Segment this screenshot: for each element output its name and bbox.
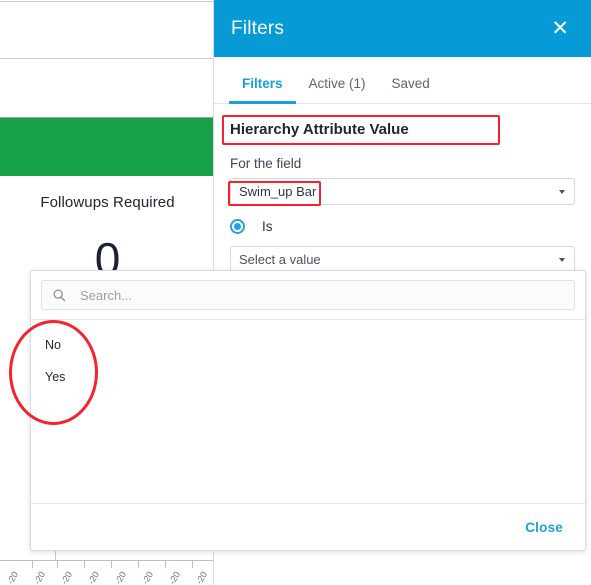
panel-title: Filters [231, 17, 285, 39]
dropdown-option-yes-label: Yes [45, 370, 66, 384]
search-icon [53, 289, 66, 302]
axis-tick [57, 560, 58, 568]
axis-tick-label: -20 [167, 569, 183, 585]
axis-tick [111, 560, 112, 568]
tab-active[interactable]: Active (1) [296, 76, 379, 103]
chevron-down-icon [559, 257, 565, 262]
section-heading: Hierarchy Attribute Value [230, 121, 409, 138]
tab-filters[interactable]: Filters [229, 76, 296, 104]
operator-is-label: Is [262, 219, 273, 234]
field-select-value: Swim_up Bar [239, 184, 317, 199]
dashboard-top-rule [0, 1, 215, 2]
search-input[interactable] [78, 286, 564, 304]
close-button[interactable]: Close [525, 520, 563, 535]
value-select-placeholder: Select a value [239, 252, 321, 267]
axis-tick-label: -20 [5, 569, 21, 585]
field-select[interactable]: Swim_up Bar [230, 178, 575, 205]
axis-tick [32, 560, 33, 568]
axis-tick-label: -20 [86, 569, 102, 585]
dropdown-option-yes[interactable]: Yes [31, 361, 585, 393]
filters-tabbar: Filters Active (1) Saved [214, 57, 591, 104]
axis-tick-label: -20 [32, 569, 48, 585]
tab-saved[interactable]: Saved [379, 76, 443, 103]
dropdown-option-no[interactable]: No [31, 329, 585, 361]
dropdown-option-list[interactable]: No Yes [31, 320, 585, 503]
radio-button-is[interactable] [230, 219, 245, 234]
axis-tick [138, 560, 139, 568]
tab-active-label: Active (1) [308, 76, 366, 91]
dashboard-divider [0, 58, 215, 59]
value-select[interactable]: Select a value [230, 246, 575, 273]
filters-panel-body: Hierarchy Attribute Value For the field … [214, 104, 591, 273]
axis-tick-label: -20 [194, 569, 210, 585]
value-dropdown-panel: No Yes Close [30, 270, 586, 551]
field-label: For the field [230, 156, 302, 171]
axis-tick [192, 560, 193, 568]
dashboard-green-band [0, 117, 215, 176]
axis-tick-label: -20 [59, 569, 75, 585]
chevron-down-icon [559, 189, 565, 194]
axis-tick [84, 560, 85, 568]
axis-tick-label: -20 [140, 569, 156, 585]
close-icon[interactable]: ✕ [547, 16, 573, 41]
search-field[interactable] [41, 280, 575, 310]
filters-panel-header: Filters ✕ [214, 0, 591, 57]
dropdown-footer: Close [31, 503, 585, 550]
axis-tick-label: -20 [113, 569, 129, 585]
axis-tick [165, 560, 166, 568]
kpi-title: Followups Required [40, 194, 175, 211]
tab-filters-label: Filters [242, 76, 283, 91]
dropdown-search-wrapper [31, 271, 585, 319]
dropdown-option-no-label: No [45, 338, 61, 352]
operator-is-radio-row[interactable]: Is [230, 219, 575, 234]
tab-saved-label: Saved [391, 76, 430, 91]
